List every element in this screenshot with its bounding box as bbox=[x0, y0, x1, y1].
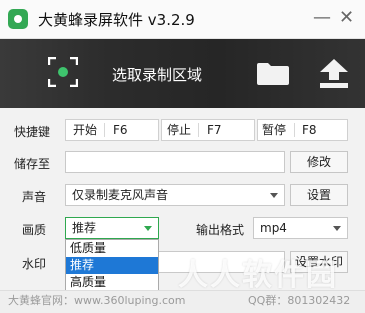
hotkey-divider bbox=[104, 123, 105, 137]
select-region-label[interactable]: 选取录制区域 bbox=[112, 64, 202, 85]
hotkey-start-name: 开始 bbox=[73, 123, 98, 137]
chevron-down-icon bbox=[333, 226, 341, 231]
hotkey-start[interactable]: 开始 F6 bbox=[65, 119, 159, 141]
quality-option-low[interactable]: 低质量 bbox=[66, 240, 158, 257]
quality-dropdown-list: 低质量 推荐 高质量 bbox=[65, 239, 159, 292]
quality-label: 画质 bbox=[22, 223, 47, 237]
title-bar: 大黄蜂录屏软件 v3.2.9 — ✕ bbox=[0, 0, 365, 39]
close-button[interactable]: ✕ bbox=[339, 8, 354, 28]
sound-label: 声音 bbox=[22, 190, 47, 204]
save-to-label: 储存至 bbox=[14, 157, 51, 171]
chevron-down-icon bbox=[144, 226, 152, 231]
hotkey-divider bbox=[294, 123, 295, 137]
save-path-field[interactable] bbox=[65, 151, 285, 173]
quality-select[interactable]: 推荐 bbox=[65, 217, 159, 239]
region-select-icon[interactable] bbox=[48, 57, 78, 87]
hotkey-pause[interactable]: 暂停 F8 bbox=[257, 119, 348, 141]
output-format-label: 输出格式 bbox=[196, 223, 245, 237]
toolbar: 选取录制区域 bbox=[0, 39, 365, 108]
output-format-value: mp4 bbox=[260, 221, 287, 235]
modify-path-button[interactable]: 修改 bbox=[290, 151, 348, 173]
qq-group-text: QQ群：801302432 bbox=[248, 294, 351, 307]
sound-settings-button[interactable]: 设置 bbox=[290, 184, 348, 206]
output-format-select[interactable]: mp4 bbox=[253, 217, 348, 239]
app-logo-icon bbox=[8, 9, 28, 29]
quality-option-recommended[interactable]: 推荐 bbox=[66, 257, 158, 274]
window-title: 大黄蜂录屏软件 v3.2.9 bbox=[38, 11, 195, 29]
hotkey-pause-key: F8 bbox=[302, 123, 317, 137]
hotkey-pause-name: 暂停 bbox=[262, 123, 287, 137]
sound-selected-value: 仅录制麦克风声音 bbox=[72, 188, 169, 202]
hotkey-start-key: F6 bbox=[113, 123, 128, 137]
hotkeys-label: 快捷键 bbox=[14, 125, 51, 139]
hotkey-stop[interactable]: 停止 F7 bbox=[161, 119, 255, 141]
hotkey-stop-key: F7 bbox=[207, 123, 222, 137]
official-website-link[interactable]: 大黄蜂官网：www.360luping.com bbox=[8, 291, 185, 311]
chevron-down-icon bbox=[270, 193, 278, 198]
watermark-label: 水印 bbox=[22, 257, 47, 271]
folder-icon[interactable] bbox=[257, 63, 289, 85]
hotkey-stop-name: 停止 bbox=[167, 123, 192, 137]
sound-select[interactable]: 仅录制麦克风声音 bbox=[65, 184, 285, 206]
upload-icon[interactable] bbox=[318, 59, 350, 89]
footer: 大黄蜂官网：www.360luping.com QQ群：801302432 bbox=[0, 290, 365, 313]
minimize-button[interactable]: — bbox=[313, 8, 331, 28]
quality-selected-value: 推荐 bbox=[72, 221, 97, 235]
hotkey-divider bbox=[198, 123, 199, 137]
site-watermark: 人人软件园 bbox=[178, 258, 338, 293]
quality-option-high[interactable]: 高质量 bbox=[66, 274, 158, 291]
